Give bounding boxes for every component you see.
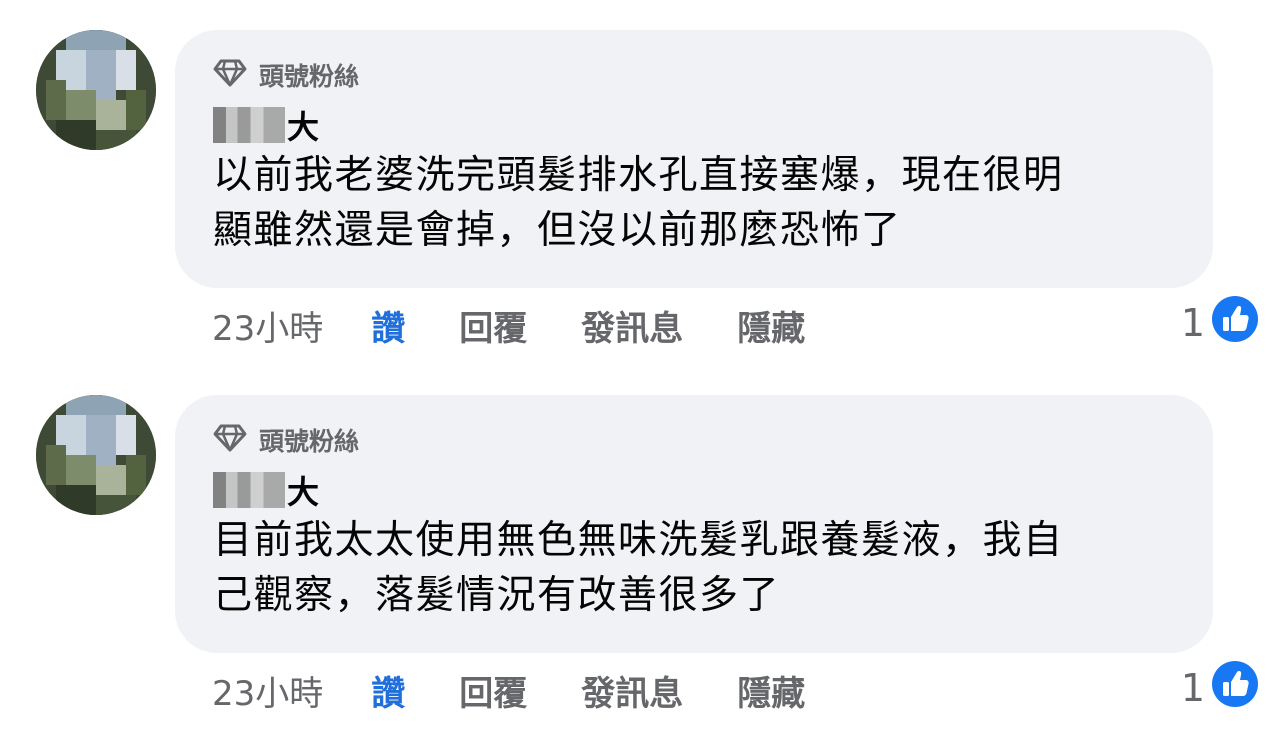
blurred-name <box>213 472 285 508</box>
reaction-count: 1 <box>1180 666 1205 710</box>
reaction-summary[interactable]: 1 <box>1180 295 1259 348</box>
blurred-name <box>213 107 285 143</box>
comment-line: 以前我老婆洗完頭髮排水孔直接塞爆，現在很明 <box>213 153 1064 198</box>
reaction-summary[interactable]: 1 <box>1180 660 1259 713</box>
diamond-icon <box>213 58 247 92</box>
reply-button[interactable]: 回覆 <box>459 301 527 350</box>
avatar[interactable] <box>36 30 156 150</box>
top-fan-badge[interactable]: 頭號粉絲 <box>213 423 359 457</box>
comment-bubble: 頭號粉絲 大 目前我太太使用無色無味洗髮乳跟養髮液，我自 己觀察，落髮情況有改善… <box>175 395 1213 653</box>
comment: 頭號粉絲 大 以前我老婆洗完頭髮排水孔直接塞爆，現在很明 顯雖然還是會掉，但沒以… <box>0 0 1284 360</box>
like-button[interactable]: 讚 <box>371 666 405 715</box>
hide-button[interactable]: 隱藏 <box>737 666 805 715</box>
avatar[interactable] <box>36 395 156 515</box>
top-fan-badge[interactable]: 頭號粉絲 <box>213 58 359 92</box>
comment: 頭號粉絲 大 目前我太太使用無色無味洗髮乳跟養髮液，我自 己觀察，落髮情況有改善… <box>0 365 1284 725</box>
comment-line: 目前我太太使用無色無味洗髮乳跟養髮液，我自 <box>213 518 1064 563</box>
comment-actions: 23小時 讚 回覆 發訊息 隱藏 <box>212 300 859 350</box>
badge-label: 頭號粉絲 <box>259 62 360 91</box>
thumbs-up-icon <box>1211 660 1259 717</box>
timestamp[interactable]: 23小時 <box>212 666 323 715</box>
like-button[interactable]: 讚 <box>371 301 405 350</box>
hide-button[interactable]: 隱藏 <box>737 301 805 350</box>
comment-text: 以前我老婆洗完頭髮排水孔直接塞爆，現在很明 顯雖然還是會掉，但沒以前那麼恐怖了 <box>213 148 1183 258</box>
badge-label: 頭號粉絲 <box>259 427 360 456</box>
message-button[interactable]: 發訊息 <box>581 301 683 350</box>
timestamp[interactable]: 23小時 <box>212 301 323 350</box>
reply-button[interactable]: 回覆 <box>459 666 527 715</box>
comment-text: 目前我太太使用無色無味洗髮乳跟養髮液，我自 己觀察，落髮情況有改善很多了 <box>213 513 1183 623</box>
thumbs-up-icon <box>1211 295 1259 352</box>
author-name[interactable]: 大 <box>213 469 319 511</box>
comment-actions: 23小時 讚 回覆 發訊息 隱藏 <box>212 665 859 715</box>
reaction-count: 1 <box>1180 301 1205 345</box>
comment-bubble: 頭號粉絲 大 以前我老婆洗完頭髮排水孔直接塞爆，現在很明 顯雖然還是會掉，但沒以… <box>175 30 1213 288</box>
message-button[interactable]: 發訊息 <box>581 666 683 715</box>
author-name[interactable]: 大 <box>213 104 319 146</box>
comment-line: 顯雖然還是會掉，但沒以前那麼恐怖了 <box>213 208 902 253</box>
comment-line: 己觀察，落髮情況有改善很多了 <box>213 573 781 618</box>
author-name-visible: 大 <box>287 473 320 511</box>
diamond-icon <box>213 423 247 457</box>
author-name-visible: 大 <box>287 108 320 146</box>
